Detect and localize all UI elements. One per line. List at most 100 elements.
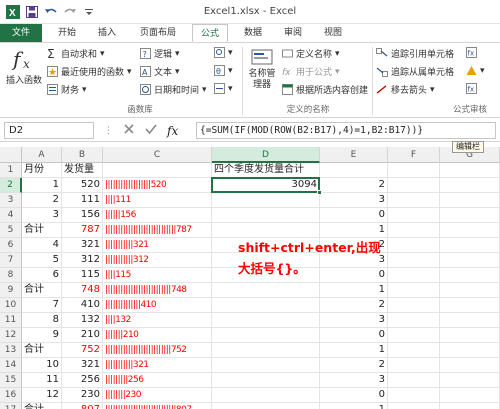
cell-g11[interactable] xyxy=(440,313,500,328)
row-header[interactable]: 5 xyxy=(0,223,22,238)
text-button[interactable]: A 文本 ▾ xyxy=(140,65,180,78)
cell-f2[interactable] xyxy=(388,178,440,193)
tab-review[interactable]: 审阅 xyxy=(276,24,310,42)
cell-f1[interactable] xyxy=(388,163,440,178)
cell-c14[interactable]: |||||||||||321 xyxy=(103,358,212,373)
cell-b13[interactable]: 752 xyxy=(62,343,103,358)
cell-a9[interactable]: 合计 xyxy=(22,283,62,298)
column-header-e[interactable]: E xyxy=(320,147,388,163)
lookup-button[interactable]: ▾ xyxy=(214,47,233,58)
cell-c7[interactable]: |||||||||||312 xyxy=(103,253,212,268)
cell-c4[interactable]: ||||||156 xyxy=(103,208,212,223)
cell-f5[interactable] xyxy=(388,223,440,238)
cell-a6[interactable]: 4 xyxy=(22,238,62,253)
row-header[interactable]: 13 xyxy=(0,343,22,358)
cell-d13[interactable] xyxy=(212,343,320,358)
cell-b2[interactable]: 520 xyxy=(62,178,103,193)
cell-c5[interactable]: ||||||||||||||||||||||||||||787 xyxy=(103,223,212,238)
row-header[interactable]: 6 xyxy=(0,238,22,253)
insert-function-fx-icon[interactable]: fx xyxy=(167,124,178,138)
cell-d15[interactable] xyxy=(212,373,320,388)
cell-c13[interactable]: ||||||||||||||||||||||||||752 xyxy=(103,343,212,358)
cell-a5[interactable]: 合计 xyxy=(22,223,62,238)
select-all-corner[interactable] xyxy=(0,147,22,163)
tab-home[interactable]: 开始 xyxy=(50,24,84,42)
cell-e14[interactable]: 2 xyxy=(320,358,388,373)
column-header-c[interactable]: C xyxy=(103,147,212,163)
tab-view[interactable]: 视图 xyxy=(316,24,350,42)
cell-a1[interactable]: 月份 xyxy=(22,163,62,178)
cell-f15[interactable] xyxy=(388,373,440,388)
name-box[interactable]: D2 xyxy=(4,122,94,139)
cell-e1[interactable] xyxy=(320,163,388,178)
cell-e13[interactable]: 1 xyxy=(320,343,388,358)
column-header-b[interactable]: B xyxy=(62,147,103,163)
cell-b4[interactable]: 156 xyxy=(62,208,103,223)
cell-c17[interactable]: ||||||||||||||||||||||||||||807 xyxy=(103,403,212,409)
cell-d1[interactable]: 四个季度发货量合计 xyxy=(212,163,320,178)
column-header-f[interactable]: F xyxy=(388,147,440,163)
cell-f17[interactable] xyxy=(388,403,440,409)
cell-e15[interactable]: 3 xyxy=(320,373,388,388)
cell-g10[interactable] xyxy=(440,298,500,313)
cell-f8[interactable] xyxy=(388,268,440,283)
cell-g9[interactable] xyxy=(440,283,500,298)
cell-c6[interactable]: |||||||||||321 xyxy=(103,238,212,253)
cell-d17[interactable] xyxy=(212,403,320,409)
cell-a2[interactable]: 1 xyxy=(22,178,62,193)
cell-a7[interactable]: 5 xyxy=(22,253,62,268)
cell-a14[interactable]: 10 xyxy=(22,358,62,373)
cell-e16[interactable]: 0 xyxy=(320,388,388,403)
row-header[interactable]: 7 xyxy=(0,253,22,268)
cell-d3[interactable] xyxy=(212,193,320,208)
cell-c9[interactable]: ||||||||||||||||||||||||||748 xyxy=(103,283,212,298)
row-header[interactable]: 11 xyxy=(0,313,22,328)
formula-input[interactable]: {=SUM(IF(MOD(ROW(B2:B17),4)=1,B2:B17))} xyxy=(196,122,496,139)
cell-f10[interactable] xyxy=(388,298,440,313)
cell-a8[interactable]: 6 xyxy=(22,268,62,283)
tab-insert[interactable]: 插入 xyxy=(90,24,124,42)
date-time-button[interactable]: 日期和时间 ▾ xyxy=(140,83,207,96)
cell-a17[interactable]: 合计 xyxy=(22,403,62,409)
row-header[interactable]: 15 xyxy=(0,373,22,388)
cell-c8[interactable]: ||||115 xyxy=(103,268,212,283)
remove-arrows-button[interactable]: 移去箭头 ▾ xyxy=(376,83,435,96)
cell-a16[interactable]: 12 xyxy=(22,388,62,403)
cell-c3[interactable]: ||||111 xyxy=(103,193,212,208)
cell-b1[interactable]: 发货量 xyxy=(62,163,103,178)
cell-d12[interactable] xyxy=(212,328,320,343)
tab-page-layout[interactable]: 页面布局 xyxy=(130,24,186,42)
formula-bar-options-icon[interactable]: ⋮ xyxy=(104,126,113,136)
fill-handle[interactable] xyxy=(317,190,322,195)
name-manager-button[interactable]: 名称管理器 xyxy=(246,47,278,91)
cell-g4[interactable] xyxy=(440,208,500,223)
row-header[interactable]: 16 xyxy=(0,388,22,403)
error-checking-button[interactable]: ▾ xyxy=(466,65,485,76)
tab-data[interactable]: 数据 xyxy=(236,24,270,42)
cell-e9[interactable]: 1 xyxy=(320,283,388,298)
cell-a4[interactable]: 3 xyxy=(22,208,62,223)
cell-d5[interactable] xyxy=(212,223,320,238)
cell-f13[interactable] xyxy=(388,343,440,358)
cell-a10[interactable]: 7 xyxy=(22,298,62,313)
financial-button[interactable]: 财务 ▾ xyxy=(47,83,87,96)
cell-g16[interactable] xyxy=(440,388,500,403)
cell-d4[interactable] xyxy=(212,208,320,223)
cell-g15[interactable] xyxy=(440,373,500,388)
row-header[interactable]: 8 xyxy=(0,268,22,283)
enter-icon[interactable] xyxy=(145,123,157,138)
cell-a12[interactable]: 9 xyxy=(22,328,62,343)
cell-e4[interactable]: 0 xyxy=(320,208,388,223)
cell-e10[interactable]: 2 xyxy=(320,298,388,313)
cell-d9[interactable] xyxy=(212,283,320,298)
cell-a3[interactable]: 2 xyxy=(22,193,62,208)
create-from-selection-button[interactable]: 根据所选内容创建 xyxy=(282,83,368,96)
cell-d11[interactable] xyxy=(212,313,320,328)
cell-f3[interactable] xyxy=(388,193,440,208)
cell-g14[interactable] xyxy=(440,358,500,373)
cell-a15[interactable]: 11 xyxy=(22,373,62,388)
math-trig-button[interactable]: θ ▾ xyxy=(214,65,233,76)
tab-formulas[interactable]: 公式 xyxy=(192,24,228,42)
cell-b16[interactable]: 230 xyxy=(62,388,103,403)
cell-d16[interactable] xyxy=(212,388,320,403)
